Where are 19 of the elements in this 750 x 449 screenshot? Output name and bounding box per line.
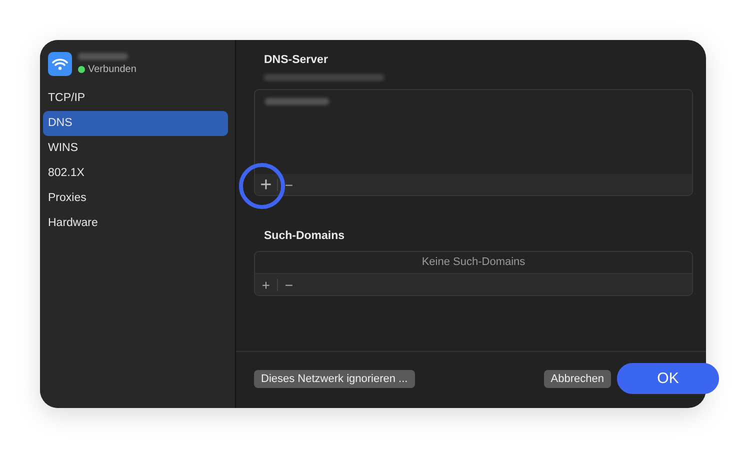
- section-title: Such-Domains: [264, 230, 346, 242]
- sidebar-item[interactable]: Proxies: [43, 186, 228, 211]
- wifi-icon: [48, 52, 72, 76]
- cancel-button[interactable]: Abbrechen: [544, 370, 611, 388]
- remove-button[interactable]: −: [282, 276, 296, 292]
- sidebar-item[interactable]: TCP/IP: [43, 86, 228, 111]
- sidebar-item[interactable]: WINS: [43, 136, 228, 161]
- redacted-address: [265, 98, 329, 105]
- remove-button[interactable]: −: [282, 176, 296, 192]
- sidebar-item[interactable]: Hardware: [43, 211, 228, 236]
- add-button[interactable]: +: [259, 176, 273, 192]
- redacted-network-name: [78, 53, 128, 60]
- ignore-network-button[interactable]: Dieses Netzwerk ignorieren ...: [254, 370, 415, 388]
- sidebar-item[interactable]: DNS: [43, 111, 228, 136]
- section-title: DNS-Server: [264, 54, 329, 66]
- add-button[interactable]: +: [259, 276, 273, 292]
- connection-status: Verbunden: [88, 64, 136, 75]
- sidebar-item[interactable]: 802.1X: [43, 161, 228, 186]
- ok-button[interactable]: OK: [617, 363, 719, 394]
